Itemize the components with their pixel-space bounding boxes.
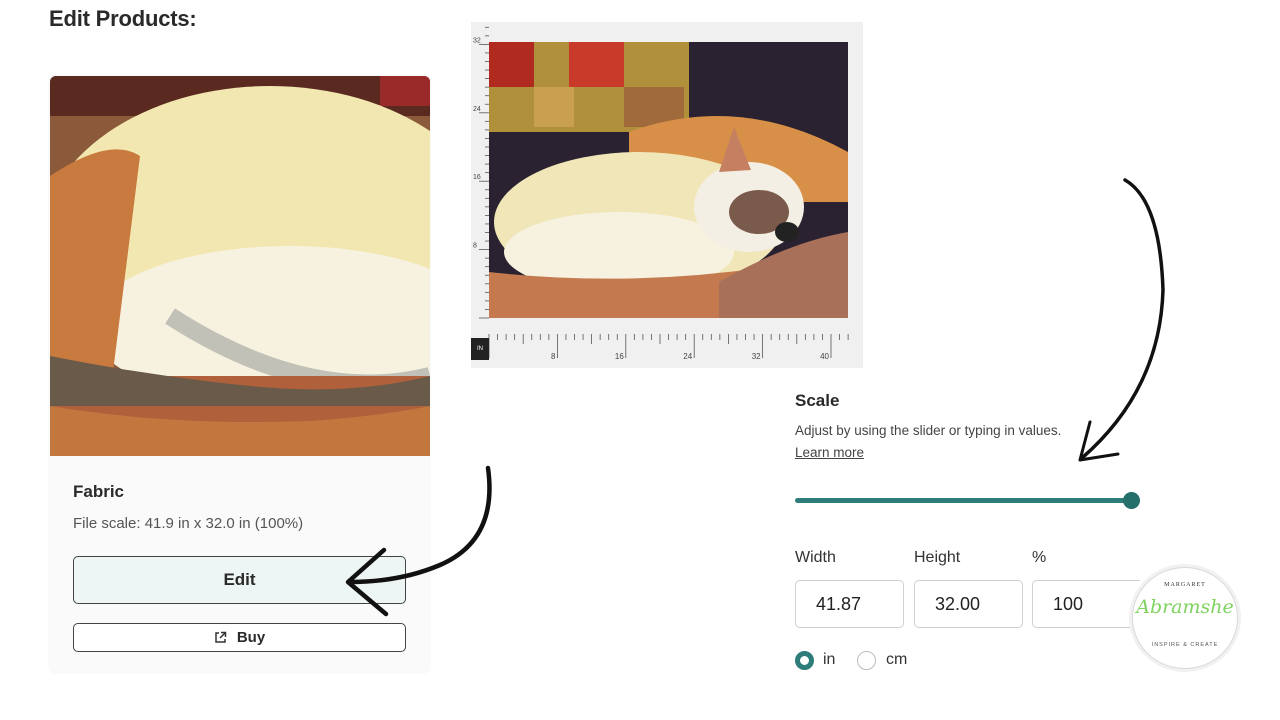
edit-button[interactable]: Edit [73, 556, 406, 604]
product-title: Fabric [73, 482, 125, 501]
ruler-unit-badge: IN [471, 338, 489, 360]
ruler-tick-label: 16 [615, 352, 624, 361]
unit-cm-label: cm [886, 651, 908, 668]
ruler-bottom: 8 16 24 32 40 [471, 330, 863, 368]
width-label: Width [795, 549, 836, 566]
ruler-tick-label: 32 [473, 37, 481, 44]
logo-script-text: Abramshe [1136, 596, 1234, 618]
arrow-to-slider-icon [1078, 178, 1165, 462]
percent-label: % [1032, 549, 1047, 566]
unit-in-label: in [823, 651, 836, 668]
file-scale-text: File scale: 41.9 in x 32.0 in (100%) [73, 515, 304, 532]
logo-top-text: MARGARET [1164, 582, 1206, 588]
ruler-tick-label: 24 [473, 106, 481, 113]
dog-fabric-closeup-image [50, 76, 430, 456]
ruler-tick-label: 8 [473, 243, 477, 250]
percent-input[interactable] [1032, 580, 1140, 628]
slider-track [795, 498, 1132, 503]
ruler-tick-label: 24 [683, 352, 692, 361]
width-input[interactable] [795, 580, 904, 628]
buy-button-label: Buy [236, 629, 266, 646]
brand-logo: MARGARET Abramshe INSPIRE & CREATE [1132, 567, 1238, 669]
page-heading: Edit Products: [49, 6, 197, 31]
buy-button[interactable]: Buy [73, 623, 406, 652]
scale-slider[interactable] [795, 490, 1141, 512]
product-thumbnail[interactable] [50, 76, 430, 456]
ruler-left: 32 24 16 8 [471, 22, 489, 340]
unit-cm-radio[interactable] [857, 651, 876, 670]
height-label: Height [914, 549, 961, 566]
scale-title: Scale [795, 391, 840, 410]
external-link-icon [214, 631, 227, 644]
ruler-tick-label: 16 [473, 174, 481, 181]
product-card: Fabric File scale: 41.9 in x 32.0 in (10… [48, 74, 431, 674]
ruler-tick-label: 40 [820, 352, 829, 361]
fabric-preview-panel: 32 24 16 8 8 16 24 32 40 IN [471, 22, 863, 368]
scale-help-text: Adjust by using the slider or typing in … [795, 423, 1062, 438]
height-input[interactable] [914, 580, 1023, 628]
logo-bottom-text: INSPIRE & CREATE [1151, 642, 1219, 648]
ruler-tick-label: 8 [551, 352, 556, 361]
slider-thumb[interactable] [1123, 492, 1140, 509]
edit-button-label: Edit [223, 570, 256, 589]
fabric-preview-image [489, 42, 848, 318]
unit-in-radio[interactable] [795, 651, 814, 670]
ruler-tick-label: 32 [752, 352, 761, 361]
learn-more-link[interactable]: Learn more [795, 445, 864, 460]
